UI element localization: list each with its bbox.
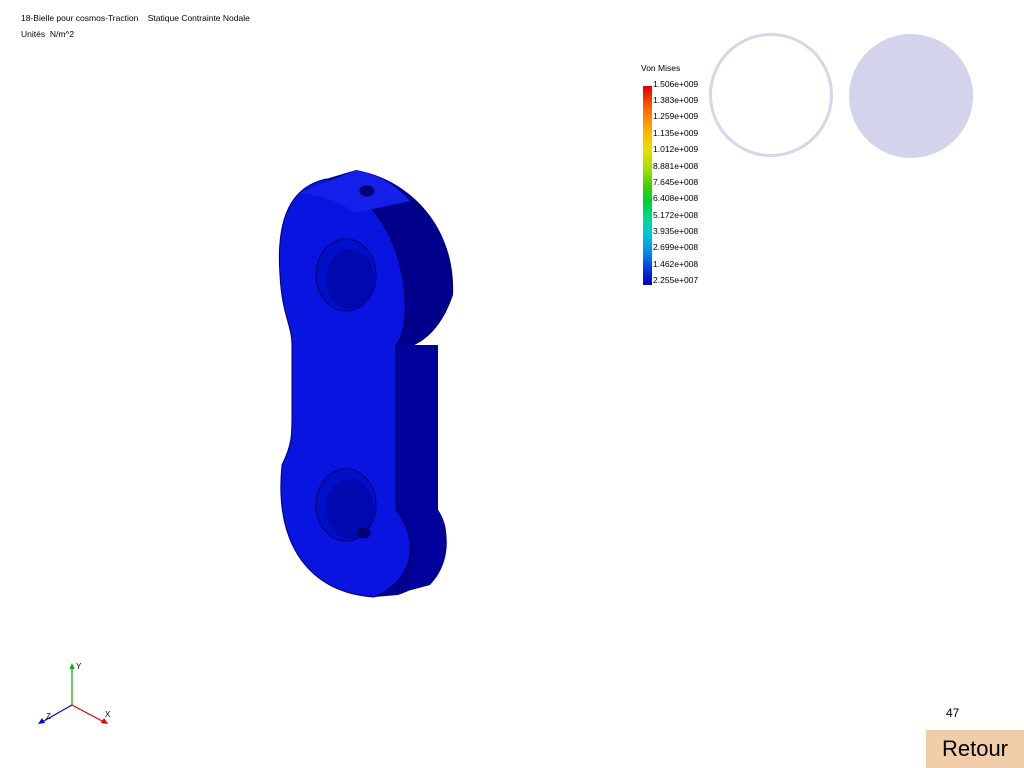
legend-title: Von Mises xyxy=(641,63,681,73)
axis-label-z: Z xyxy=(46,712,51,721)
legend-label: 1.135e+009 xyxy=(653,128,699,138)
decorative-circle-outline xyxy=(709,33,833,157)
legend-label: 3.935e+008 xyxy=(653,226,699,236)
back-button[interactable]: Retour xyxy=(926,730,1024,768)
axis-label-y: Y xyxy=(76,662,82,671)
axis-label-x: X xyxy=(105,710,111,719)
legend-label: 1.462e+008 xyxy=(653,259,699,269)
legend-label: 2.699e+008 xyxy=(653,242,699,252)
axis-triad-lines xyxy=(38,663,108,724)
legend-label: 1.012e+009 xyxy=(653,144,699,154)
legend-label: 8.881e+008 xyxy=(653,161,699,171)
legend-label: 6.408e+008 xyxy=(653,193,699,203)
legend-label: 2.255e+007 xyxy=(653,275,699,285)
axis-triad: Y X Z xyxy=(30,655,120,735)
connecting-rod-model xyxy=(278,170,454,598)
legend-label: 1.506e+009 xyxy=(653,79,699,89)
legend-label: 1.259e+009 xyxy=(653,111,699,121)
legend-label: 7.645e+008 xyxy=(653,177,699,187)
oil-hole-bottom xyxy=(357,527,371,539)
study-title: 18-Bielle pour cosmos-Traction Statique … xyxy=(21,13,250,23)
legend-label: 1.383e+009 xyxy=(653,95,699,105)
oil-hole-top xyxy=(359,185,375,197)
decorative-circle-filled xyxy=(849,34,973,158)
slide-number: 47 xyxy=(946,706,960,720)
upper-bore-inner xyxy=(326,249,374,309)
units-label: Unités N/m^2 xyxy=(21,29,75,39)
legend-color-bar xyxy=(643,86,652,285)
legend-label: 5.172e+008 xyxy=(653,210,699,220)
